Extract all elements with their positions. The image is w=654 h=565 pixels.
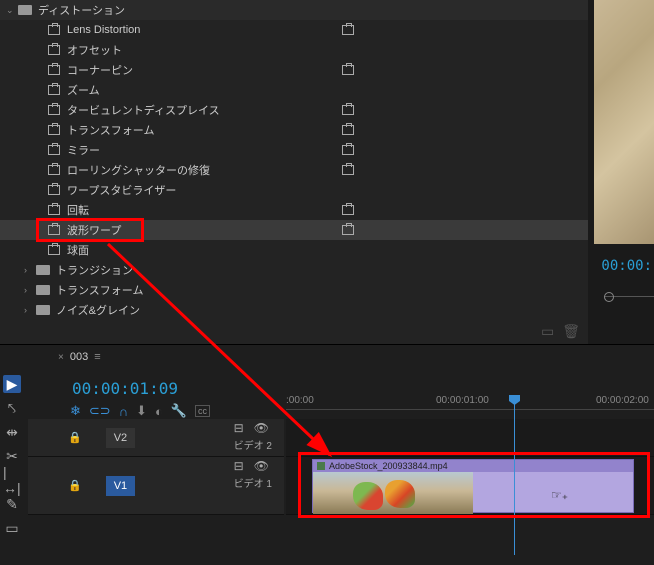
effect-turbulent-displace[interactable]: タービュレントディスプレイス: [0, 100, 588, 120]
effect-icon: [48, 145, 60, 155]
effect-icon: [48, 85, 60, 95]
eye-icon[interactable]: 👁: [254, 421, 269, 435]
timeline-panel: × 003 ≡ 00:00:01:09 ▶ ⤣ ⇹ ✂ |↔| ✎ ▭ ❄ ⊂⊃…: [0, 344, 654, 565]
effect-mirror[interactable]: ミラー: [0, 140, 588, 160]
ruler-tick: 00:00:02:00: [596, 395, 649, 406]
timeline-toolbar: ❄ ⊂⊃ ∩ ⬇ ◐ 🔧 cc: [70, 403, 210, 419]
video-clip[interactable]: AdobeStock_200933844.mp4 ☞₊: [312, 459, 634, 513]
effect-icon: [48, 125, 60, 135]
fx-badge-icon: [317, 462, 325, 470]
folder-transform[interactable]: ›トランスフォーム: [0, 280, 588, 300]
folder-icon: [18, 5, 32, 15]
time-ruler[interactable]: :00:00 00:00:01:00 00:00:02:00: [286, 395, 654, 417]
effect-icon: [48, 105, 60, 115]
preset-badge-icon: [342, 65, 354, 75]
folder-noise-grain[interactable]: ›ノイズ&グレイン: [0, 300, 588, 320]
eye-icon[interactable]: 👁: [254, 459, 269, 473]
folder-icon: [36, 265, 50, 275]
tool-sidebar: ▶ ⤣ ⇹ ✂ |↔| ✎ ▭: [0, 369, 24, 537]
effect-spherize[interactable]: 球面: [0, 240, 588, 260]
toggle-output-icon[interactable]: ⊟: [234, 421, 244, 435]
selection-tool-icon[interactable]: ▶: [3, 375, 21, 393]
effect-icon: [48, 165, 60, 175]
effect-icon: [48, 25, 60, 35]
effect-transform[interactable]: トランスフォーム: [0, 120, 588, 140]
new-bin-icon[interactable]: ▭: [541, 323, 554, 340]
lock-icon[interactable]: 🔒: [68, 431, 82, 444]
preset-badge-icon: [342, 145, 354, 155]
effect-icon: [48, 205, 60, 215]
razor-tool-icon[interactable]: ✂: [3, 447, 21, 465]
ripple-tool-icon[interactable]: ⇹: [3, 423, 21, 441]
folder-label: ディストーション: [38, 2, 588, 18]
track-select-tool-icon[interactable]: ⤣: [3, 399, 21, 417]
ruler-tick: 00:00:01:00: [436, 395, 489, 406]
chevron-down-icon: ⌄: [6, 5, 16, 16]
track-target-v2[interactable]: V2: [106, 428, 135, 448]
track-target-v1[interactable]: V1: [106, 476, 135, 496]
hand-tool-icon[interactable]: ▭: [3, 519, 21, 537]
track-label: ビデオ 2: [234, 437, 272, 452]
drop-cursor-icon: ☞₊: [551, 488, 568, 502]
pen-tool-icon[interactable]: ✎: [3, 495, 21, 513]
preset-badge-icon: [342, 205, 354, 215]
preset-badge-icon: [342, 225, 354, 235]
effect-icon: [48, 65, 60, 75]
effect-icon: [48, 245, 60, 255]
preset-badge-icon: [342, 125, 354, 135]
effects-panel: ⌄ ディストーション Lens Distortion オフセット コーナーピン …: [0, 0, 588, 344]
marker-icon[interactable]: ∩: [119, 404, 128, 419]
clip-thumbnail: [313, 472, 473, 514]
toggle-output-icon[interactable]: ⊟: [234, 459, 244, 473]
chevron-right-icon: ›: [24, 285, 34, 295]
track-header-v1[interactable]: 🔒 V1 ⊟ 👁 ビデオ 1: [28, 457, 284, 515]
snap-icon[interactable]: ❄: [70, 403, 81, 419]
preset-badge-icon: [342, 105, 354, 115]
effect-icon: [48, 45, 60, 55]
effect-corner-pin[interactable]: コーナーピン: [0, 60, 588, 80]
playhead[interactable]: [514, 395, 515, 555]
effect-icon: [48, 185, 60, 195]
program-scrubber[interactable]: [604, 292, 654, 302]
track-lane-v2[interactable]: [286, 419, 654, 457]
effect-wave-warp[interactable]: 波形ワープ: [0, 220, 588, 240]
settings-icon[interactable]: ◐: [155, 404, 163, 419]
sequence-name: 003: [70, 351, 88, 363]
cc-icon[interactable]: cc: [195, 405, 210, 417]
insert-icon[interactable]: ⬇: [136, 403, 147, 419]
lock-icon[interactable]: 🔒: [68, 479, 82, 492]
track-label: ビデオ 1: [234, 475, 272, 490]
playhead-timecode[interactable]: 00:00:01:09: [72, 379, 178, 398]
trash-icon[interactable]: 🗑: [562, 323, 580, 340]
track-header-v2[interactable]: 🔒 V2 ⊟ 👁 ビデオ 2: [28, 419, 284, 457]
scrubber-knob-icon[interactable]: [604, 292, 614, 302]
effect-icon: [48, 225, 60, 235]
folder-icon: [36, 305, 50, 315]
track-lane-v1[interactable]: AdobeStock_200933844.mp4 ☞₊: [286, 457, 654, 515]
chevron-right-icon: ›: [24, 305, 34, 315]
preset-badge-icon: [342, 25, 354, 35]
program-timecode: 00:00:: [601, 258, 652, 274]
slip-tool-icon[interactable]: |↔|: [3, 471, 21, 489]
wrench-icon[interactable]: 🔧: [171, 403, 187, 419]
close-icon[interactable]: ×: [58, 352, 64, 363]
folder-transition[interactable]: ›トランジション: [0, 260, 588, 280]
effect-offset[interactable]: オフセット: [0, 40, 588, 60]
program-monitor-preview: [594, 0, 654, 244]
effect-lens-distortion[interactable]: Lens Distortion: [0, 20, 588, 40]
panel-footer-icons: ▭ 🗑: [541, 323, 580, 340]
ruler-tick: :00:00: [286, 395, 314, 406]
clip-name: AdobeStock_200933844.mp4: [329, 461, 448, 471]
sequence-tab[interactable]: × 003 ≡: [58, 351, 101, 363]
folder-distortion[interactable]: ⌄ ディストーション: [0, 0, 588, 20]
tab-menu-icon[interactable]: ≡: [94, 351, 100, 363]
effect-rotate[interactable]: 回転: [0, 200, 588, 220]
effect-zoom[interactable]: ズーム: [0, 80, 588, 100]
linked-selection-icon[interactable]: ⊂⊃: [89, 403, 111, 419]
chevron-right-icon: ›: [24, 265, 34, 275]
preset-badge-icon: [342, 165, 354, 175]
folder-icon: [36, 285, 50, 295]
effect-warp-stabilizer[interactable]: ワープスタビライザー: [0, 180, 588, 200]
effect-rolling-shutter[interactable]: ローリングシャッターの修復: [0, 160, 588, 180]
